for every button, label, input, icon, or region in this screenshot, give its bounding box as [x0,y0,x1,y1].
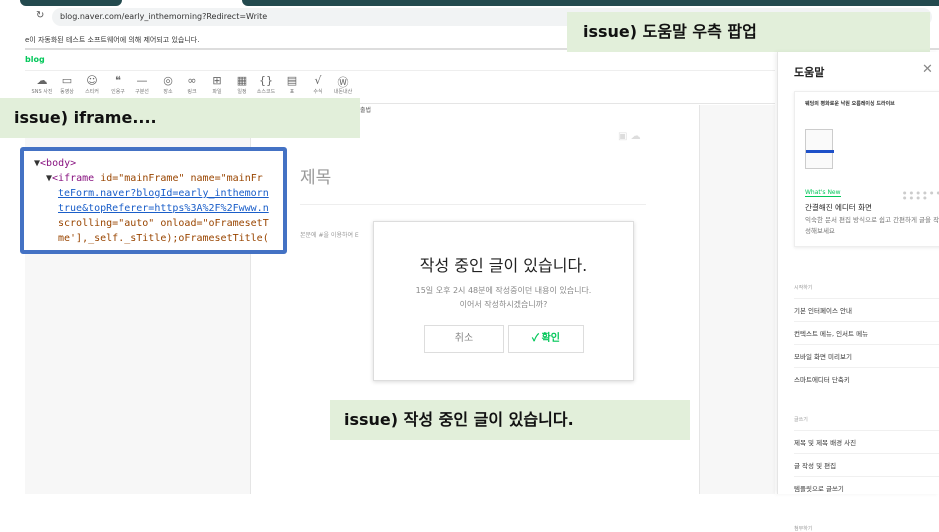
toolbar-label: 스티커 [85,89,99,95]
toolbar-icon: ⊞ [212,74,222,87]
help-item[interactable]: 글 작성 및 편집 [794,453,939,475]
help-panel: 도움말 ✕ 웨딩의 평화로운 낙원 오름레이싱 드라이브 What's New … [777,52,939,532]
help-section-title: 첨부하기 [794,526,813,532]
dom-line[interactable]: ▼<iframe id="mainFrame" name="mainFr [34,171,283,186]
toolbar-button[interactable]: ☺ 스티커 [79,74,105,95]
toolbar-label: 동영상 [60,89,74,95]
toolbar-button[interactable]: ▦ 일정 [229,74,255,95]
toolbar-label: 일정 [237,89,247,95]
help-item[interactable]: 컨텍스트 메뉴, 인서트 메뉴 [794,321,939,343]
dialog-title: 작성 중인 글이 있습니다. [419,256,588,275]
cancel-button[interactable]: 취소 [424,325,504,353]
dom-line[interactable]: teForm.naver?blogId=early_inthemorn [34,186,283,201]
dom-line[interactable]: true&topReferer=https%3A%2F%2Fwww.n [34,201,283,216]
help-section-title: 글쓰기 [794,417,808,423]
toolbar-label: 파일 [212,89,222,95]
card-headline: 웨딩의 평화로운 낙원 오름레이싱 드라이브 [805,101,895,107]
toolbar-button[interactable]: ☁ SNS 사진 [29,74,55,95]
toolbar-label: 내돈내산 [333,89,353,95]
reload-icon[interactable]: ↻ [36,10,44,21]
toolbar-button[interactable]: {} 소스코드 [253,74,279,95]
card-heading: 간결해진 에디터 화면 [805,203,872,212]
toolbar-label: 장소 [163,89,173,95]
editor-subtab[interactable]: 출법 [360,105,371,114]
help-section-title: 시작하기 [794,285,813,291]
toolbar-button[interactable]: Ⓦ 내돈내산 [330,74,356,95]
whats-new-card[interactable]: 웨딩의 평화로운 낙원 오름레이싱 드라이브 What's New ● ● ● … [794,91,939,247]
dialog-message-line2: 이어서 작성하시겠습니까? [459,300,548,309]
toolbar-label: 수식 [313,89,323,95]
toolbar-icon: ❝ [115,74,121,87]
help-item[interactable]: 모바일 화면 미리보기 [794,344,939,366]
browser-tab[interactable] [20,0,122,6]
toolbar-button[interactable]: ◎ 장소 [155,74,181,95]
whats-new-label: What's New [805,189,841,197]
title-divider [300,204,646,205]
dom-line[interactable]: ▼<body> [34,156,283,171]
card-description: 익숙한 문서 편집 방식으로 쉽고 간편하게 글을 작성해보세요 [805,216,939,235]
toolbar-button[interactable]: ▤ 표 [279,74,305,95]
title-input[interactable]: 제목 [300,163,331,188]
toolbar-icon: Ⓦ [337,76,349,89]
toolbar-label: SNS 사진 [31,89,53,95]
toolbar-label: 소스코드 [256,89,276,95]
toolbar-icon: ☺ [86,74,98,87]
help-item[interactable]: 기본 인터페이스 안내 [794,298,939,320]
dialog-message: 15일 오후 2시 48분에 작성중이던 내용이 있습니다. 이어서 작성하시겠… [374,284,633,312]
confirm-button[interactable]: ✓ 확인 [508,325,584,353]
toolbar-button[interactable]: ∞ 링크 [179,74,205,95]
iframe-issue-callout: issue) iframe.... [0,98,360,138]
toolbar-icon: ☁ [36,74,48,87]
toolbar-icon: ∞ [187,74,197,87]
carousel-dots[interactable]: ● ● ● ● ● ● ● ● ● ● [903,190,939,200]
toolbar-icon: ▦ [236,74,248,87]
toolbar-icon: √ [314,74,322,87]
devtools-dom-snippet: ▼<body> ▼<iframe id="mainFrame" name="ma… [20,147,287,254]
dialog-message-line1: 15일 오후 2시 48분에 작성중이던 내용이 있습니다. [415,286,592,295]
help-item[interactable]: 스마트에디터 단축키 [794,367,939,389]
help-item[interactable]: 제목 및 제목 배경 사진 [794,430,939,452]
browser-tab-active[interactable] [242,0,939,6]
help-popup-issue-callout: issue) 도움말 우측 팝업 [567,12,930,52]
toolbar-label: 링크 [187,89,197,95]
toolbar-button[interactable]: — 구분선 [129,74,155,95]
toolbar-label: 표 [289,89,295,95]
toolbar-icon: {} [259,74,273,87]
blog-logo[interactable]: blog [25,55,45,64]
draft-issue-callout: issue) 작성 중인 글이 있습니다. [330,400,690,440]
toolbar-icon: ▤ [286,74,298,87]
toolbar-icon: ▭ [61,74,73,87]
body-input[interactable]: 본문에 #을 이용하여 E [300,230,359,239]
help-panel-title: 도움말 [794,66,825,79]
check-icon: ✓ [531,333,539,344]
dom-line[interactable]: scrolling="auto" onload="oFramesetT [34,216,283,231]
toolbar-label: 구분선 [135,89,149,95]
toolbar-button[interactable]: ❝ 인용구 [105,74,131,95]
dom-line[interactable]: me'],_self._sTitle);oFramesetTitle( [34,231,283,246]
toolbar-button[interactable]: ▭ 동영상 [54,74,80,95]
toolbar-button[interactable]: √ 수식 [305,74,331,95]
draft-dialog: 작성 중인 글이 있습니다. 15일 오후 2시 48분에 작성중이던 내용이 … [373,221,634,381]
help-item[interactable]: 템플릿으로 글쓰기 [794,476,939,498]
close-icon[interactable]: ✕ [922,62,933,77]
toolbar-button[interactable]: ⊞ 파일 [204,74,230,95]
image-upload-icons[interactable]: ▣ ☁ [618,131,641,142]
toolbar-icon: — [136,74,148,87]
toolbar-label: 인용구 [111,89,125,95]
confirm-label: 확인 [541,333,561,344]
toolbar-icon: ◎ [163,74,173,87]
